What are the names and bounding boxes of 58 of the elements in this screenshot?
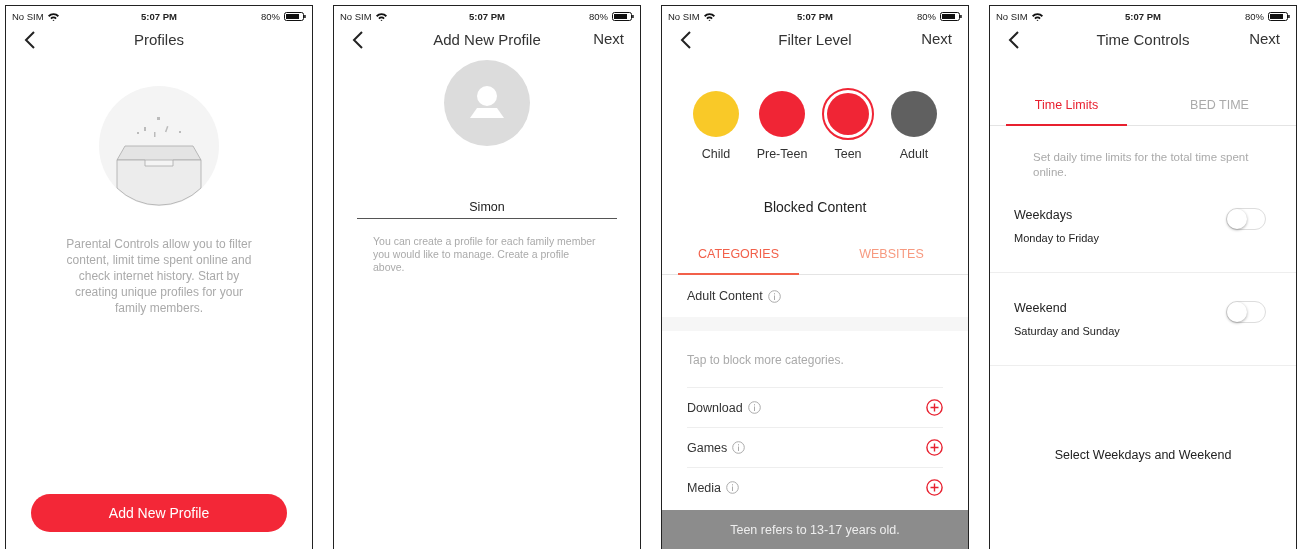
next-link[interactable]: Next	[593, 30, 624, 47]
toggle-switch[interactable]	[1226, 301, 1266, 323]
footer-text: Select Weekdays and Weekend	[1054, 448, 1232, 462]
category-label: Download	[687, 400, 743, 415]
filter-level-option[interactable]: Teen	[821, 88, 875, 161]
wifi-icon	[1031, 12, 1043, 21]
status-time: 5:07 PM	[469, 11, 505, 22]
wifi-icon	[47, 12, 59, 21]
add-icon[interactable]	[926, 479, 943, 496]
hint-text: You can create a profile for each family member you would like to manage. Create a profile above.	[373, 235, 597, 274]
schedule-title: Weekdays	[1014, 208, 1074, 222]
filter-level-option[interactable]: Pre-Teen	[755, 88, 809, 161]
toggle-switch[interactable]	[1226, 208, 1266, 230]
battery-icon	[284, 12, 306, 21]
status-time: 5:07 PM	[141, 11, 177, 22]
next-link[interactable]: Next	[1249, 30, 1280, 47]
add-icon[interactable]	[926, 439, 943, 456]
carrier-label: No SIM	[12, 11, 44, 22]
battery-icon	[940, 12, 962, 21]
back-icon[interactable]	[680, 31, 692, 49]
carrier-label: No SIM	[668, 11, 700, 22]
battery-icon	[1268, 12, 1290, 21]
wifi-icon	[375, 12, 387, 21]
carrier-label: No SIM	[340, 11, 372, 22]
add-profile-button[interactable]: Add New Profile	[31, 494, 287, 532]
back-icon[interactable]	[352, 31, 364, 49]
screen-title: Add New Profile	[433, 30, 541, 48]
battery-percent: 80%	[589, 11, 608, 22]
add-icon[interactable]	[926, 399, 943, 416]
back-icon[interactable]	[24, 31, 36, 49]
status-time: 5:07 PM	[797, 11, 833, 22]
name-field[interactable]: Simon	[357, 200, 617, 219]
category-label: Media	[687, 480, 722, 495]
status-time: 5:07 PM	[1125, 11, 1161, 22]
toast-message: Teen refers to 13-17 years old.	[662, 510, 968, 549]
wifi-icon	[703, 12, 715, 21]
section-title: Blocked Content	[763, 199, 867, 215]
battery-icon	[612, 12, 634, 21]
schedule-title: Weekend	[1014, 301, 1068, 315]
next-link[interactable]: Next	[921, 30, 952, 47]
category-label: Games	[687, 440, 728, 455]
screen-title: Profiles	[134, 30, 184, 48]
battery-percent: 80%	[917, 11, 936, 22]
carrier-label: No SIM	[996, 11, 1028, 22]
battery-percent: 80%	[261, 11, 280, 22]
tab[interactable]: Time Limits	[1006, 88, 1127, 126]
hint-text: Tap to block more categories.	[687, 353, 845, 367]
filter-level-option[interactable]: Child	[689, 88, 743, 161]
category-label: Adult Content	[687, 289, 763, 303]
back-icon[interactable]	[1008, 31, 1020, 49]
battery-percent: 80%	[1245, 11, 1264, 22]
intro-text: Parental Controls allow you to filter content, limit time spent online and check internet history. Start by creating unique profiles for your family members.	[65, 236, 253, 316]
screen-title: Time Controls	[1096, 30, 1190, 48]
filter-level-option[interactable]: Adult	[887, 88, 941, 161]
schedule-subtitle: Monday to Friday	[1014, 232, 1099, 244]
description-text: Set daily time limits for the total time spent online.	[1033, 150, 1250, 180]
schedule-subtitle: Saturday and Sunday	[1014, 325, 1120, 337]
screen-title: Filter Level	[778, 30, 852, 48]
